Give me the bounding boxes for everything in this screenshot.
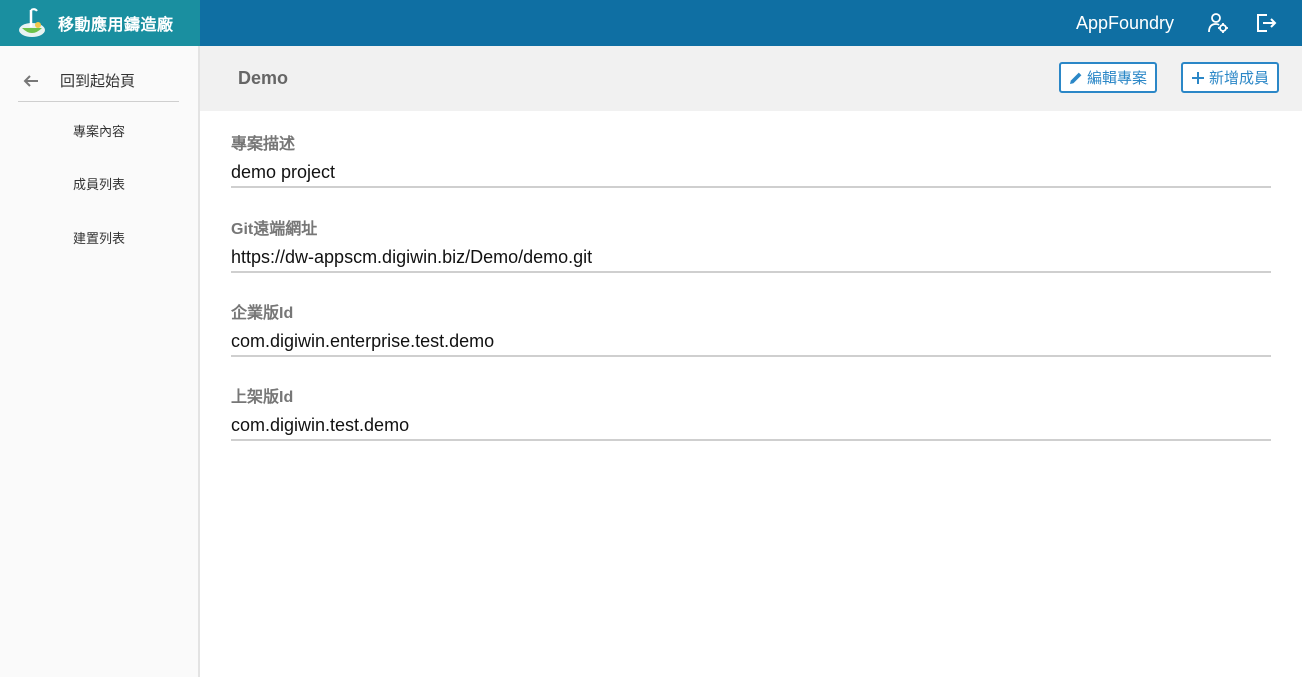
field-label: 專案描述 [231,136,296,153]
field-label: 企業版Id [231,305,294,322]
user-settings-icon[interactable] [1206,11,1230,35]
top-right-actions: AppFoundry [1076,0,1302,46]
sidebar-item-member-list[interactable]: 成員列表 [0,174,198,193]
back-to-home-button[interactable]: 回到起始頁 [18,60,179,102]
logo-icon [12,3,52,43]
edit-project-button[interactable]: 編輯專案 [1059,62,1158,93]
field-value: https://dw-appscm.digiwin.biz/Demo/demo.… [231,247,1271,273]
sidebar-item-project-content[interactable]: 專案內容 [0,121,198,140]
sidebar: 回到起始頁 專案內容 成員列表 建置列表 [0,46,200,677]
field-value: com.digiwin.enterprise.test.demo [231,331,1271,357]
git-remote-url-field: Git遠端網址 https://dw-appscm.digiwin.biz/De… [231,215,1271,273]
field-value: demo project [231,162,1271,188]
page-title: Demo [238,68,289,88]
brand[interactable]: 移動應用鑄造廠 [0,0,200,46]
store-id-field: 上架版Id com.digiwin.test.demo [231,383,1271,441]
enterprise-id-field: 企業版Id com.digiwin.enterprise.test.demo [231,299,1271,357]
field-label: 上架版Id [231,389,294,406]
brand-title: 移動應用鑄造廠 [58,17,174,34]
field-label: Git遠端網址 [231,221,318,238]
logout-icon[interactable] [1254,11,1278,35]
page-header: Demo 編輯專案 新增成員 [200,46,1302,111]
add-member-label: 新增成員 [1209,70,1270,87]
plus-icon [1192,71,1204,84]
project-description-field: 專案描述 demo project [231,130,1271,188]
back-to-home-label: 回到起始頁 [60,73,136,90]
arrow-left-icon [20,70,42,92]
top-bar: 移動應用鑄造廠 AppFoundry [0,0,1302,46]
edit-project-label: 編輯專案 [1087,70,1148,87]
add-member-button[interactable]: 新增成員 [1181,62,1280,93]
sidebar-item-build-list[interactable]: 建置列表 [0,228,198,247]
field-value: com.digiwin.test.demo [231,415,1271,441]
app-name: AppFoundry [1075,12,1174,33]
pencil-icon [1070,72,1082,84]
